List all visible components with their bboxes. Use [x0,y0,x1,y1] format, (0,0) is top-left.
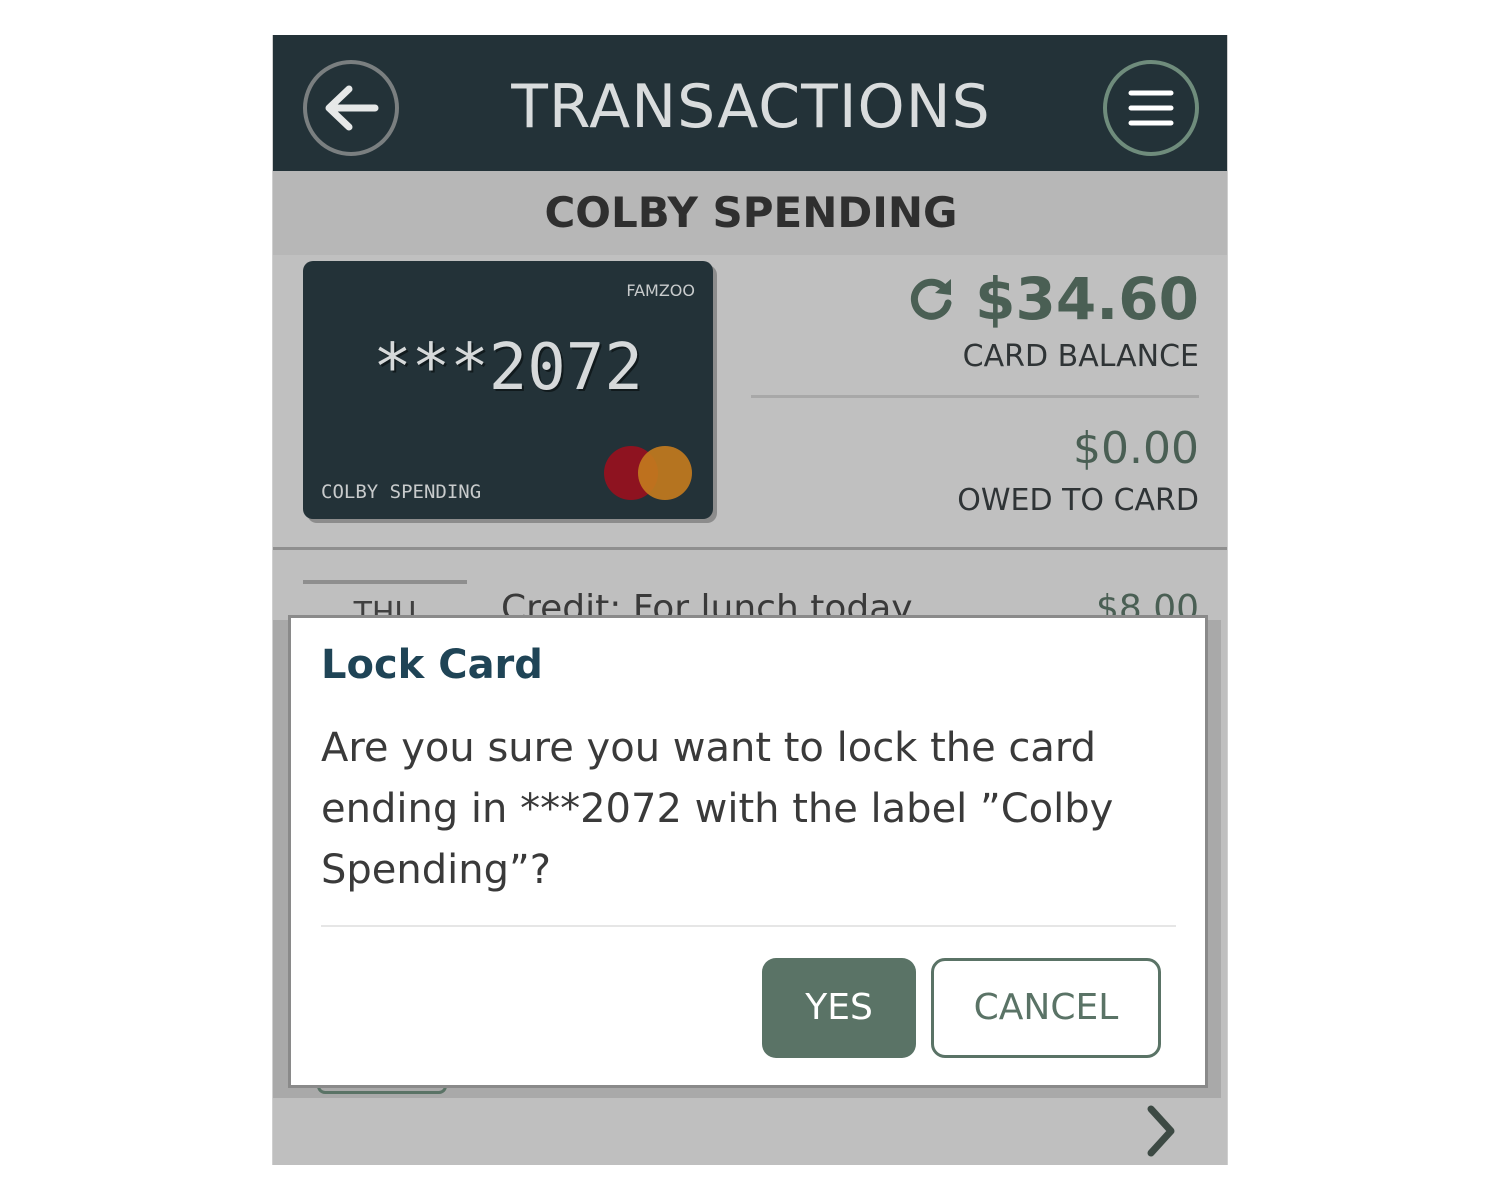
dialog-message: Are you sure you want to lock the card e… [321,725,1114,893]
lock-card-dialog: Lock Card Are you sure you want to lock … [288,615,1208,1088]
debit-card[interactable]: FAMZOO ***2072 COLBY SPENDING [303,261,713,519]
dialog-title: Lock Card [321,642,543,688]
cancel-button[interactable]: CANCEL [931,958,1161,1058]
dialog-divider [321,925,1176,927]
card-holder-name: COLBY SPENDING [321,481,482,503]
mastercard-icon [604,446,692,500]
account-name: COLBY SPENDING [273,171,1227,255]
card-balance-row: $34.60 [907,265,1199,333]
owed-label: OWED TO CARD [957,483,1199,518]
page-title: TRANSACTIONS [511,72,991,142]
balance-divider [751,395,1199,398]
owed-amount: $0.00 [1073,423,1199,474]
yes-button[interactable]: YES [762,958,916,1058]
card-balance-label: CARD BALANCE [962,339,1199,374]
app-header: TRANSACTIONS [273,35,1227,171]
card-balance-amount: $34.60 [975,265,1199,333]
hamburger-menu-icon [1128,90,1174,126]
menu-button[interactable] [1103,60,1199,156]
chevron-right-icon[interactable] [1141,1103,1181,1159]
card-number: ***2072 [373,331,643,405]
card-summary: FAMZOO ***2072 COLBY SPENDING $34.60 CAR… [273,255,1227,550]
refresh-icon[interactable] [907,275,955,323]
balances-panel: $34.60 CARD BALANCE $0.00 OWED TO CARD [751,255,1199,545]
card-brand: FAMZOO [626,281,695,300]
